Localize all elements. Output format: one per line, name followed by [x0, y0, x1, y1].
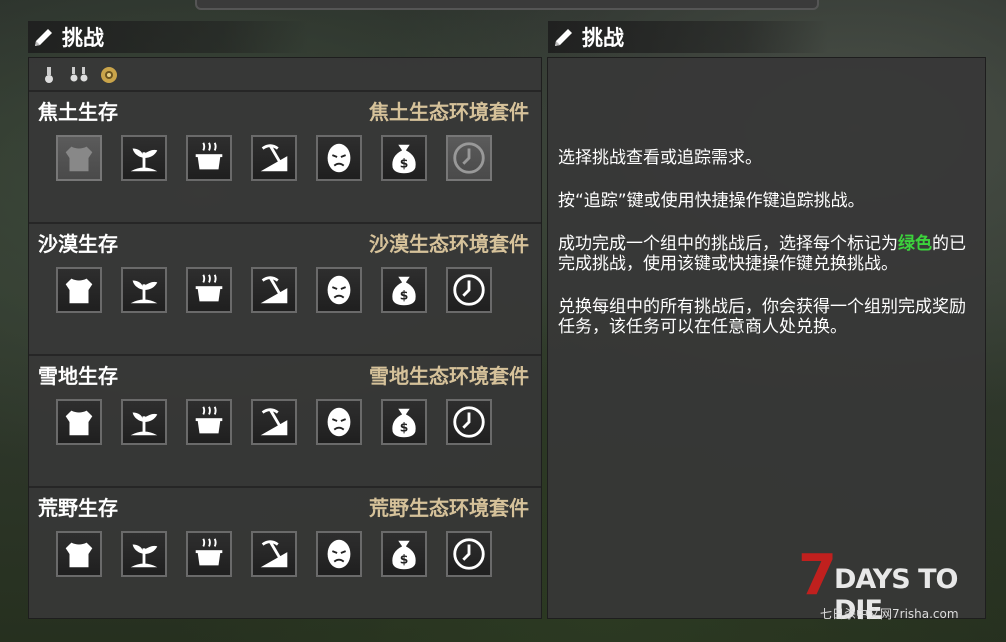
zombie-head-icon[interactable] — [316, 531, 362, 577]
sprout-icon[interactable] — [121, 399, 167, 445]
svg-text:$: $ — [400, 289, 409, 303]
cooking-pot-icon[interactable] — [186, 267, 232, 313]
money-bag-icon[interactable]: $ — [381, 135, 427, 181]
clock-icon[interactable] — [446, 135, 492, 181]
svg-text:$: $ — [400, 157, 409, 171]
armor-icon[interactable] — [56, 531, 102, 577]
challenge-icon-row: $ — [56, 135, 492, 181]
description-para-4: 兑换每组中的所有挑战后，你会获得一个组别完成奖励任务，该任务可以在任意商人处兑换… — [558, 297, 966, 337]
filter-row — [39, 64, 119, 86]
group-title: 雪地生存 — [38, 364, 118, 388]
para-3-before: 成功完成一个组中的挑战后，选择每个标记为 — [558, 234, 898, 254]
group-title: 荒野生存 — [38, 496, 118, 520]
challenge-group-desert: 沙漠生存 沙漠生态环境套件 $ — [29, 222, 541, 354]
pickaxe-icon[interactable] — [251, 267, 297, 313]
description-para-2: 按“追踪”键或使用快捷操作键追踪挑战。 — [558, 191, 865, 211]
group-set-label: 荒野生态环境套件 — [369, 496, 529, 520]
challenge-group-wilderness: 荒野生存 荒野生态环境套件 $ — [29, 486, 541, 618]
header-title: 挑战 — [62, 26, 104, 50]
challenge-group-snow: 雪地生存 雪地生态环境套件 $ — [29, 354, 541, 486]
challenge-icon-row: $ — [56, 531, 492, 577]
pickaxe-icon[interactable] — [251, 135, 297, 181]
clock-icon[interactable] — [446, 267, 492, 313]
pencil-icon — [555, 29, 572, 46]
clock-icon[interactable] — [446, 531, 492, 577]
medal-single-icon[interactable] — [39, 65, 59, 85]
svg-text:$: $ — [400, 553, 409, 567]
challenge-icon-row: $ — [56, 399, 492, 445]
challenges-header-right: 挑战 — [548, 21, 828, 53]
logo-watermark: 七日杀中文网7risha.com — [820, 607, 959, 621]
zombie-head-icon[interactable] — [316, 399, 362, 445]
description-para-3: 成功完成一个组中的挑战后，选择每个标记为绿色的已完成挑战，使用该键或快捷操作键兑… — [558, 234, 976, 274]
sprout-icon[interactable] — [121, 531, 167, 577]
description-text: 选择挑战查看或追踪需求。 按“追踪”键或使用快捷操作键追踪挑战。 成功完成一个组… — [558, 148, 976, 360]
pickaxe-icon[interactable] — [251, 531, 297, 577]
money-bag-icon[interactable]: $ — [381, 399, 427, 445]
cooking-pot-icon[interactable] — [186, 399, 232, 445]
game-logo: 7 DAYS TO DIE 七日杀中文网7risha.com — [798, 543, 998, 627]
challenge-group-scorched: 焦土生存 焦土生态环境套件 $ — [29, 90, 541, 222]
armor-icon[interactable] — [56, 399, 102, 445]
challenge-list-panel: 焦土生存 焦土生态环境套件 $ 沙漠生存 沙漠生态环境套件 $ 雪地生存 雪地生… — [28, 57, 542, 619]
group-title: 焦土生存 — [38, 100, 118, 124]
challenges-header-left: 挑战 — [28, 21, 308, 53]
medal-double-icon[interactable] — [69, 65, 89, 85]
money-bag-icon[interactable]: $ — [381, 267, 427, 313]
pencil-icon — [35, 29, 52, 46]
money-bag-icon[interactable]: $ — [381, 531, 427, 577]
logo-seven: 7 — [798, 543, 837, 608]
cooking-pot-icon[interactable] — [186, 531, 232, 577]
green-highlight: 绿色 — [898, 234, 932, 254]
challenge-description-panel: 选择挑战查看或追踪需求。 按“追踪”键或使用快捷操作键追踪挑战。 成功完成一个组… — [547, 57, 986, 619]
group-set-label: 沙漠生态环境套件 — [369, 232, 529, 256]
cooking-pot-icon[interactable] — [186, 135, 232, 181]
challenge-icon-row: $ — [56, 267, 492, 313]
armor-icon[interactable] — [56, 267, 102, 313]
gear-badge-icon[interactable] — [99, 65, 119, 85]
sprout-icon[interactable] — [121, 135, 167, 181]
pickaxe-icon[interactable] — [251, 399, 297, 445]
sprout-icon[interactable] — [121, 267, 167, 313]
zombie-head-icon[interactable] — [316, 135, 362, 181]
svg-text:$: $ — [400, 421, 409, 435]
header-title: 挑战 — [582, 26, 624, 50]
armor-icon[interactable] — [56, 135, 102, 181]
zombie-head-icon[interactable] — [316, 267, 362, 313]
group-title: 沙漠生存 — [38, 232, 118, 256]
top-toolbar — [195, 0, 819, 10]
clock-icon[interactable] — [446, 399, 492, 445]
group-set-label: 焦土生态环境套件 — [369, 100, 529, 124]
group-set-label: 雪地生态环境套件 — [369, 364, 529, 388]
description-para-1: 选择挑战查看或追踪需求。 — [558, 148, 762, 168]
